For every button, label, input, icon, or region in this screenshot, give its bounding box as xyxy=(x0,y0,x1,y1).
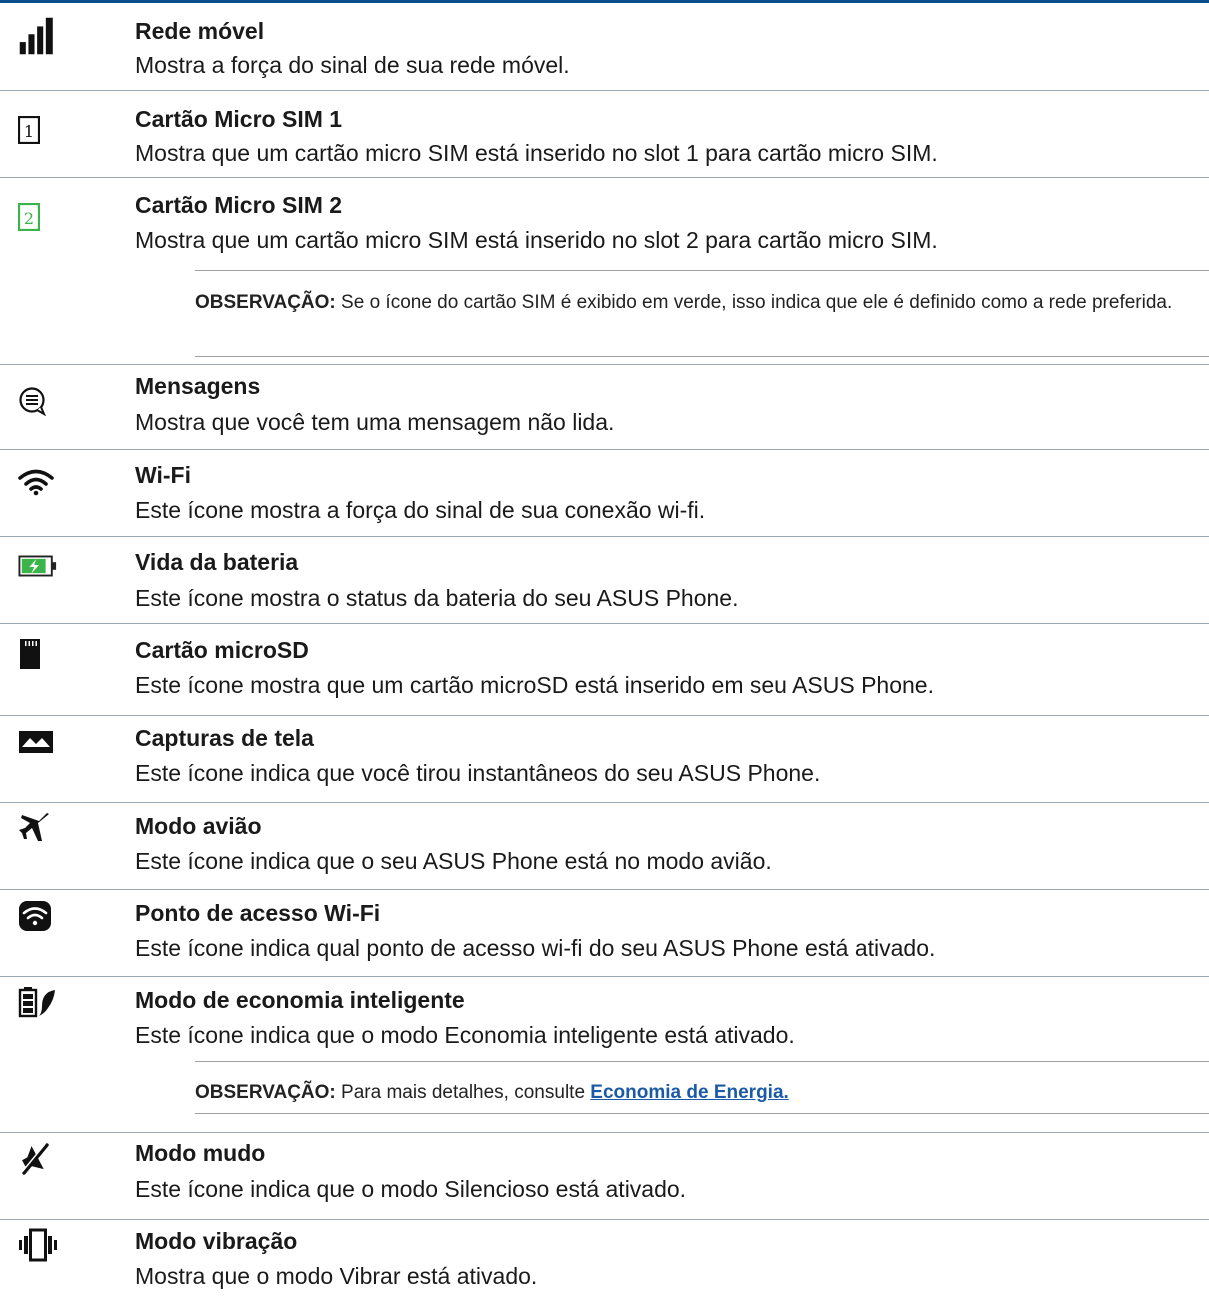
item-desc: Este ícone mostra o status da bateria do… xyxy=(135,585,739,611)
sim-card-2-icon: 2 xyxy=(18,197,58,237)
divider xyxy=(0,715,1209,716)
svg-text:1: 1 xyxy=(24,122,34,141)
note-divider xyxy=(195,1061,1209,1062)
energy-saving-link[interactable]: Economia de Energia. xyxy=(590,1082,789,1103)
wifi-icon xyxy=(18,462,58,502)
smart-saving-icon xyxy=(18,982,58,1022)
item-title: Ponto de acesso Wi-Fi xyxy=(135,900,381,926)
item-title: Cartão Micro SIM 1 xyxy=(135,106,343,132)
divider xyxy=(0,1219,1209,1220)
note-divider xyxy=(195,1113,1209,1114)
item-title: Capturas de tela xyxy=(135,725,314,751)
item-title: Mensagens xyxy=(135,373,261,399)
item-desc: Mostra que o modo Vibrar está ativado. xyxy=(135,1263,538,1289)
item-desc: Mostra a força do sinal de sua rede móve… xyxy=(135,52,570,78)
microsd-icon xyxy=(18,634,58,674)
note-label: OBSERVAÇÃO: xyxy=(195,1082,336,1103)
item-desc: Este ícone mostra a força do sinal de su… xyxy=(135,497,706,523)
note-divider xyxy=(195,356,1209,357)
note-text: Se o ícone do cartão SIM é exibido em ve… xyxy=(335,292,1173,313)
sim-card-1-icon: 1 xyxy=(18,110,58,150)
item-desc: Mostra que um cartão micro SIM está inse… xyxy=(135,227,938,253)
item-desc: Este ícone indica que o modo Economia in… xyxy=(135,1022,795,1048)
message-icon xyxy=(18,381,58,421)
item-title: Cartão Micro SIM 2 xyxy=(135,192,343,218)
note-label: OBSERVAÇÃO: xyxy=(195,292,336,313)
divider xyxy=(0,90,1209,91)
item-title: Modo avião xyxy=(135,813,262,839)
divider xyxy=(0,1132,1209,1133)
divider xyxy=(0,177,1209,178)
signal-bars-icon xyxy=(18,16,58,56)
divider xyxy=(0,976,1209,977)
hotspot-icon xyxy=(18,896,58,936)
note-sim: OBSERVAÇÃO: Se o ícone do cartão SIM é e… xyxy=(195,288,1195,317)
vibrate-icon xyxy=(18,1225,58,1265)
item-desc: Este ícone indica qual ponto de acesso w… xyxy=(135,935,936,961)
item-title: Vida da bateria xyxy=(135,549,299,575)
screenshot-icon xyxy=(18,722,58,762)
divider xyxy=(0,364,1209,365)
item-title: Modo de economia inteligente xyxy=(135,987,465,1013)
item-title: Cartão microSD xyxy=(135,637,309,663)
divider xyxy=(0,802,1209,803)
top-rule xyxy=(0,0,1209,3)
airplane-icon xyxy=(18,808,58,848)
note-energy: OBSERVAÇÃO: Para mais detalhes, consulte… xyxy=(195,1078,1195,1107)
divider xyxy=(0,889,1209,890)
divider xyxy=(0,623,1209,624)
item-title: Wi-Fi xyxy=(135,462,191,488)
item-title: Modo mudo xyxy=(135,1140,266,1166)
item-title: Modo vibração xyxy=(135,1228,298,1254)
battery-charging-icon xyxy=(18,546,58,586)
divider xyxy=(0,536,1209,537)
note-text: Para mais detalhes, consulte xyxy=(335,1082,591,1103)
svg-text:2: 2 xyxy=(24,209,34,228)
item-desc: Mostra que você tem uma mensagem não lid… xyxy=(135,409,615,435)
item-desc: Este ícone mostra que um cartão microSD … xyxy=(135,672,934,698)
item-desc: Este ícone indica que o modo Silencioso … xyxy=(135,1176,687,1202)
item-desc: Este ícone indica que você tirou instant… xyxy=(135,760,821,786)
mute-icon xyxy=(18,1139,58,1179)
item-desc: Este ícone indica que o seu ASUS Phone e… xyxy=(135,848,772,874)
item-title: Rede móvel xyxy=(135,18,265,44)
divider xyxy=(0,449,1209,450)
note-divider xyxy=(195,270,1209,271)
item-desc: Mostra que um cartão micro SIM está inse… xyxy=(135,140,938,166)
